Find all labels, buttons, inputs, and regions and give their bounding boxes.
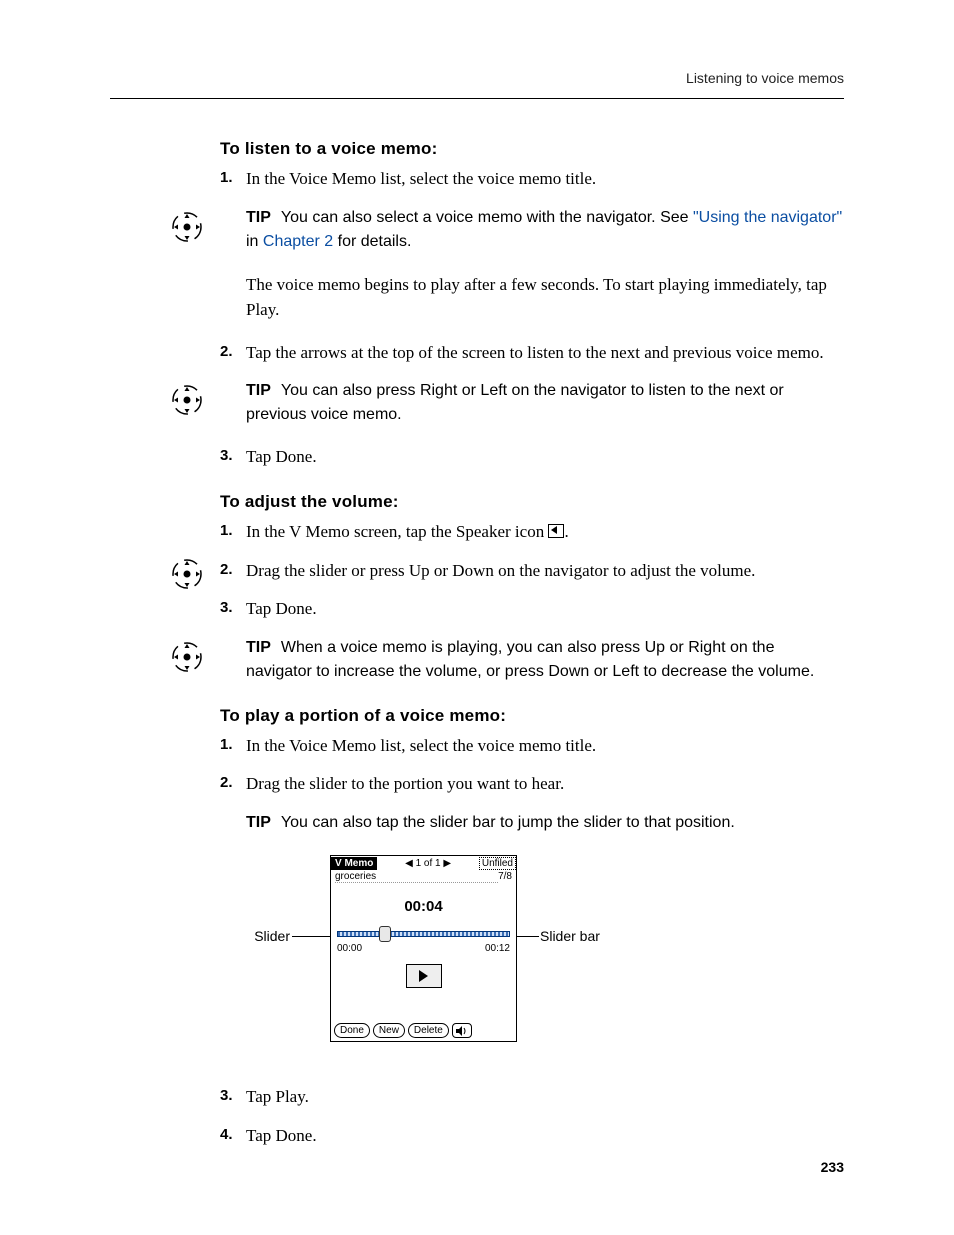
steps-listen-cont: 2. Tap the arrows at the top of the scre…	[220, 341, 844, 366]
speaker-icon	[548, 524, 564, 538]
step-item: 1. In the V Memo screen, tap the Speaker…	[220, 520, 844, 545]
steps-portion-end: 3. Tap Play. 4. Tap Done.	[220, 1085, 844, 1148]
navigator-icon	[170, 557, 204, 591]
slider-area	[337, 925, 510, 939]
speaker-button[interactable]	[452, 1023, 472, 1038]
step-number: 2.	[220, 559, 233, 581]
tip-text: You can also tap the slider bar to jump …	[281, 814, 735, 831]
step-number: 1.	[220, 167, 233, 189]
step-text: In the Voice Memo list, select the voice…	[246, 736, 596, 755]
step-item: 2. Drag the slider or press Up or Down o…	[220, 559, 844, 584]
callout-line	[292, 936, 330, 937]
callout-slider: Slider	[230, 928, 290, 944]
navigator-icon	[170, 210, 204, 244]
tip-text-part: You can also select a voice memo with th…	[281, 209, 693, 226]
step-item: 1. In the Voice Memo list, select the vo…	[220, 167, 844, 192]
step-text: Drag the slider to the portion you want …	[246, 774, 564, 793]
tip-label: TIP	[246, 382, 271, 399]
step-text-part: .	[564, 522, 568, 541]
tip-block: TIP You can also tap the slider bar to ju…	[220, 811, 844, 835]
elapsed-time: 00:04	[331, 884, 516, 915]
tip-text: You can also press Right or Left on the …	[246, 382, 784, 423]
nav-next-icon[interactable]: ▶	[443, 858, 451, 869]
step-item: 2. Tap the arrows at the top of the scre…	[220, 341, 844, 366]
vmemo-figure: Slider Slider bar V Memo ◀ 1 of 1 ▶ Unfi…	[220, 855, 844, 1055]
step-text: Drag the slider or press Up or Down on t…	[246, 561, 755, 580]
navigator-icon	[170, 640, 204, 674]
heading-listen: To listen to a voice memo:	[220, 139, 844, 159]
new-button[interactable]: New	[373, 1023, 405, 1038]
page: Listening to voice memos To listen to a …	[110, 70, 844, 1175]
delete-button[interactable]: Delete	[408, 1023, 449, 1038]
tip-block: TIP You can also select a voice memo with…	[220, 206, 844, 254]
heading-volume: To adjust the volume:	[220, 492, 844, 512]
step-item: 2. Drag the slider to the portion you wa…	[220, 772, 844, 797]
step-text: Tap Done.	[246, 599, 317, 618]
step-number: 1.	[220, 734, 233, 756]
app-title: V Memo	[331, 857, 377, 870]
link-chapter-2[interactable]: Chapter 2	[263, 233, 333, 250]
tip-label: TIP	[246, 814, 271, 831]
step-item: 1. In the Voice Memo list, select the vo…	[220, 734, 844, 759]
memo-row: groceries 7/8	[331, 870, 516, 884]
callout-line	[515, 936, 539, 937]
step-number: 3.	[220, 597, 233, 619]
step-text: Tap the arrows at the top of the screen …	[246, 343, 824, 362]
step-number: 3.	[220, 445, 233, 467]
memo-name[interactable]: groceries	[335, 871, 498, 883]
page-number: 233	[821, 1159, 844, 1175]
time-labels: 00:00 00:12	[331, 939, 516, 954]
callout-slider-bar: Slider bar	[540, 928, 600, 944]
step-item: 4. Tap Done.	[220, 1124, 844, 1149]
step-item: 3. Tap Done.	[220, 597, 844, 622]
step-text-part: In the V Memo screen, tap the Speaker ic…	[246, 522, 548, 541]
tip-text: When a voice memo is playing, you can al…	[246, 639, 814, 680]
navigator-icon	[170, 383, 204, 417]
steps-listen: 1. In the Voice Memo list, select the vo…	[220, 167, 844, 192]
category-picker[interactable]: Unfiled	[479, 857, 516, 870]
time-end: 00:12	[485, 943, 510, 954]
play-icon	[419, 970, 428, 982]
nav-counter: 1 of 1	[416, 858, 441, 869]
steps-portion: 1. In the Voice Memo list, select the vo…	[220, 734, 844, 797]
tip-block: TIPWhen a voice memo is playing, you can…	[220, 636, 844, 684]
step-item: 3. Tap Play.	[220, 1085, 844, 1110]
step-text: Tap Done.	[246, 1126, 317, 1145]
step-text: Tap Play.	[246, 1087, 309, 1106]
slider-thumb[interactable]	[379, 926, 391, 942]
steps-listen-end: 3. Tap Done.	[220, 445, 844, 470]
step-number: 4.	[220, 1124, 233, 1146]
tip-block: TIPYou can also press Right or Left on t…	[220, 379, 844, 427]
content-block: To listen to a voice memo: 1. In the Voi…	[220, 139, 844, 1148]
play-button[interactable]	[406, 964, 442, 988]
done-button[interactable]: Done	[334, 1023, 370, 1038]
step-number: 3.	[220, 1085, 233, 1107]
tip-text-part: in	[246, 233, 263, 250]
step-number: 1.	[220, 520, 233, 542]
memo-date: 7/8	[498, 871, 512, 883]
tip-label: TIP	[246, 209, 271, 226]
vmemo-screen: V Memo ◀ 1 of 1 ▶ Unfiled groceries 7/8 …	[330, 855, 517, 1042]
tip-text-part: for details.	[333, 233, 411, 250]
nav-prev-icon[interactable]: ◀	[405, 858, 413, 869]
running-header: Listening to voice memos	[110, 70, 844, 99]
step-text: Tap Done.	[246, 447, 317, 466]
step-item: 3. Tap Done.	[220, 445, 844, 470]
titlebar: V Memo ◀ 1 of 1 ▶ Unfiled	[331, 856, 516, 870]
slider-bar[interactable]	[337, 931, 510, 937]
bottom-buttons: Done New Delete	[334, 1023, 472, 1038]
tip-label: TIP	[246, 639, 271, 656]
steps-volume: 1. In the V Memo screen, tap the Speaker…	[220, 520, 844, 622]
record-nav[interactable]: ◀ 1 of 1 ▶	[377, 858, 479, 869]
step-number: 2.	[220, 341, 233, 363]
time-start: 00:00	[337, 943, 362, 954]
heading-portion: To play a portion of a voice memo:	[220, 706, 844, 726]
body-paragraph: The voice memo begins to play after a fe…	[246, 272, 844, 323]
step-text: In the Voice Memo list, select the voice…	[246, 169, 596, 188]
step-number: 2.	[220, 772, 233, 794]
link-using-navigator[interactable]: "Using the navigator"	[693, 209, 842, 226]
